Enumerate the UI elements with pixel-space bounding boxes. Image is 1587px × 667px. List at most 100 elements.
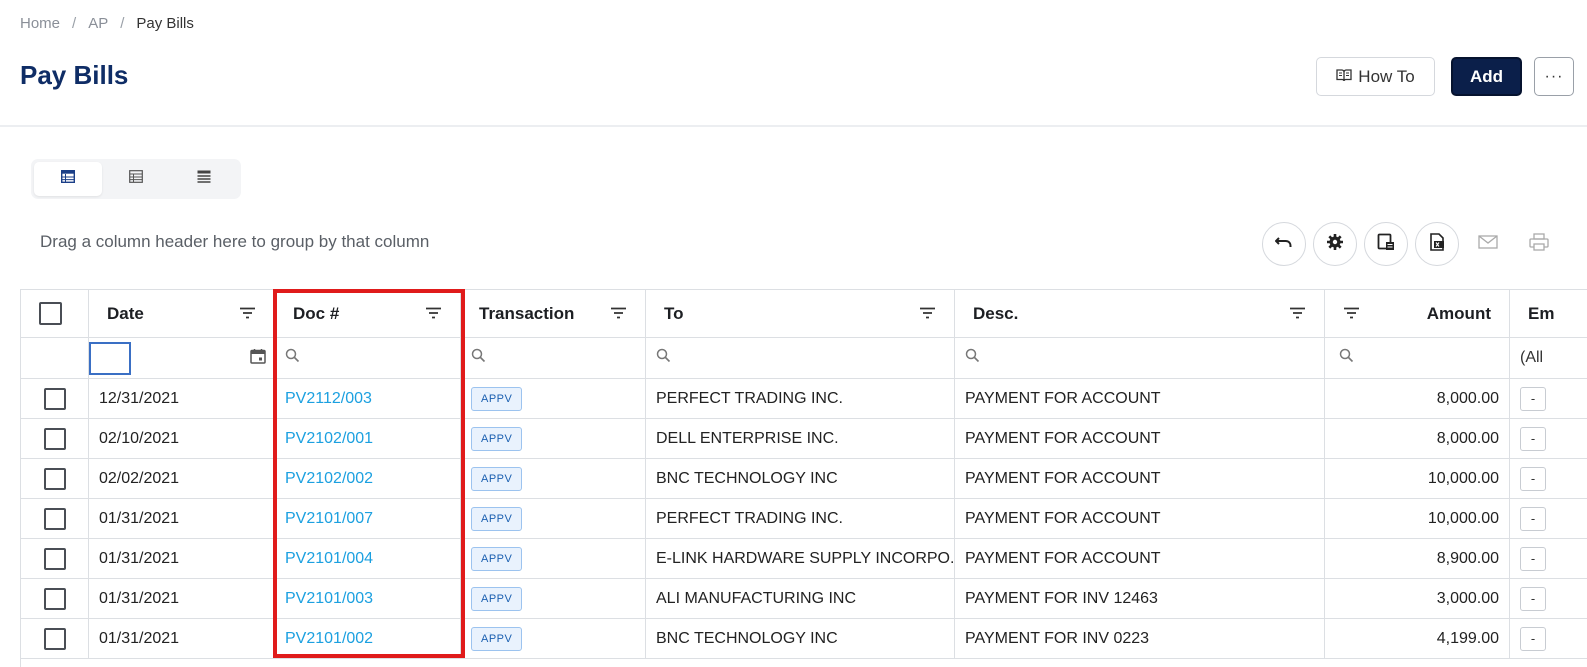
table-row[interactable]: 02/10/2021 PV2102/001 APPV DELL ENTERPRI… xyxy=(21,419,1587,459)
status-badge: APPV xyxy=(471,426,523,451)
filter-icon[interactable] xyxy=(1343,304,1360,324)
column-header-em[interactable]: Em xyxy=(1510,290,1587,337)
breadcrumb: Home / AP / Pay Bills xyxy=(20,15,194,32)
table-row[interactable]: 12/31/2021 PV2112/003 APPV PERFECT TRADI… xyxy=(21,379,1587,419)
row-checkbox[interactable] xyxy=(43,587,66,610)
desc-cell: PAYMENT FOR INV 0223 xyxy=(955,619,1325,658)
page-title: Pay Bills xyxy=(20,60,129,90)
em-button[interactable]: - xyxy=(1520,426,1546,451)
filter-cell-transaction[interactable] xyxy=(461,338,646,378)
select-all-checkbox[interactable] xyxy=(39,302,62,325)
doc-link[interactable]: PV2101/002 xyxy=(285,630,373,648)
column-chooser-button[interactable] xyxy=(1364,222,1408,266)
column-header-date[interactable]: Date xyxy=(89,290,275,337)
table-row[interactable]: 01/31/2021 PV2101/004 APPV E-LINK HARDWA… xyxy=(21,539,1587,579)
column-header-transaction[interactable]: Transaction xyxy=(461,290,646,337)
undo-button[interactable] xyxy=(1262,222,1306,266)
doc-link[interactable]: PV2101/007 xyxy=(285,510,373,528)
grid-view-button[interactable] xyxy=(34,162,102,196)
filter-cell-doc[interactable] xyxy=(275,338,461,378)
em-button[interactable]: - xyxy=(1520,626,1546,651)
row-checkbox[interactable] xyxy=(43,427,66,450)
more-options-button[interactable]: ··· xyxy=(1534,57,1574,96)
column-header-doc[interactable]: Doc # xyxy=(275,290,461,337)
column-header-desc[interactable]: Desc. xyxy=(955,290,1325,337)
filter-icon[interactable] xyxy=(239,304,256,324)
desc-cell: PAYMENT FOR ACCOUNT xyxy=(955,459,1325,498)
doc-cell: PV2112/003 xyxy=(275,379,461,418)
status-badge: APPV xyxy=(471,586,523,611)
column-label-em: Em xyxy=(1528,303,1555,323)
column-label-amount: Amount xyxy=(1426,303,1491,323)
table-row[interactable]: 02/02/2021 PV2102/002 APPV BNC TECHNOLOG… xyxy=(21,459,1587,499)
settings-button[interactable] xyxy=(1313,222,1357,266)
table-row[interactable]: 01/31/2021 PV2101/002 APPV BNC TECHNOLOG… xyxy=(21,619,1587,659)
filter-cell-em[interactable]: (All xyxy=(1510,338,1587,378)
row-select-cell xyxy=(21,579,89,618)
filter-icon[interactable] xyxy=(919,304,936,324)
doc-link[interactable]: PV2112/003 xyxy=(285,390,372,408)
em-cell: - xyxy=(1510,419,1587,458)
row-checkbox[interactable] xyxy=(43,507,66,530)
em-button[interactable]: - xyxy=(1520,466,1546,491)
transaction-cell: APPV xyxy=(461,499,646,538)
row-checkbox[interactable] xyxy=(43,387,66,410)
transaction-cell: APPV xyxy=(461,459,646,498)
status-badge: APPV xyxy=(471,386,523,411)
em-button[interactable]: - xyxy=(1520,506,1546,531)
em-button[interactable]: - xyxy=(1520,386,1546,411)
column-label-date: Date xyxy=(107,303,144,323)
bills-table: Date Doc # Transaction To Desc. Amount E… xyxy=(20,289,1587,667)
table-row[interactable]: 01/31/2021 PV2101/003 APPV ALI MANUFACTU… xyxy=(21,579,1587,619)
doc-link[interactable]: PV2102/002 xyxy=(285,470,373,488)
add-button[interactable]: Add xyxy=(1451,57,1522,96)
row-select-cell xyxy=(21,379,89,418)
date-filter-input[interactable] xyxy=(89,341,131,375)
amount-cell: 10,000.00 xyxy=(1325,459,1510,498)
amount-cell: 8,000.00 xyxy=(1325,419,1510,458)
column-header-to[interactable]: To xyxy=(646,290,955,337)
row-checkbox[interactable] xyxy=(43,547,66,570)
how-to-button[interactable]: How To xyxy=(1316,57,1435,96)
status-badge: APPV xyxy=(471,466,523,491)
filter-row: (All xyxy=(21,338,1587,379)
doc-cell: PV2102/001 xyxy=(275,419,461,458)
list-view-button[interactable] xyxy=(170,162,238,196)
filter-icon[interactable] xyxy=(610,304,627,324)
amount-cell: 3,000.00 xyxy=(1325,579,1510,618)
search-icon xyxy=(285,348,300,368)
desc-cell: PAYMENT FOR ACCOUNT xyxy=(955,379,1325,418)
to-cell: ALI MANUFACTURING INC xyxy=(646,579,955,618)
to-cell: E-LINK HARDWARE SUPPLY INCORPO... xyxy=(646,539,955,578)
email-button[interactable] xyxy=(1466,222,1510,266)
doc-link[interactable]: PV2101/004 xyxy=(285,550,373,568)
em-button[interactable]: - xyxy=(1520,546,1546,571)
breadcrumb-separator: / xyxy=(72,15,77,32)
book-icon xyxy=(1336,67,1352,87)
breadcrumb-home[interactable]: Home xyxy=(20,15,60,32)
table-row[interactable]: 01/31/2021 PV2101/007 APPV PERFECT TRADI… xyxy=(21,499,1587,539)
to-cell: PERFECT TRADING INC. xyxy=(646,499,955,538)
breadcrumb-ap[interactable]: AP xyxy=(88,15,108,32)
column-header-amount[interactable]: Amount xyxy=(1325,290,1510,337)
filter-icon[interactable] xyxy=(1289,304,1306,324)
status-badge: APPV xyxy=(471,626,523,651)
row-checkbox[interactable] xyxy=(43,467,66,490)
row-checkbox[interactable] xyxy=(43,627,66,650)
filter-cell-desc[interactable] xyxy=(955,338,1325,378)
filter-cell-to[interactable] xyxy=(646,338,955,378)
amount-cell: 4,199.00 xyxy=(1325,619,1510,658)
table-view-icon xyxy=(129,170,143,188)
filter-icon[interactable] xyxy=(425,304,442,324)
em-button[interactable]: - xyxy=(1520,586,1546,611)
doc-link[interactable]: PV2102/001 xyxy=(285,430,373,448)
to-cell: BNC TECHNOLOGY INC xyxy=(646,619,955,658)
calendar-icon[interactable] xyxy=(250,348,266,369)
em-cell: - xyxy=(1510,379,1587,418)
print-button[interactable] xyxy=(1517,222,1561,266)
filter-cell-amount[interactable] xyxy=(1325,338,1510,378)
export-button[interactable] xyxy=(1415,222,1459,266)
table-view-button[interactable] xyxy=(102,162,170,196)
desc-cell: PAYMENT FOR ACCOUNT xyxy=(955,539,1325,578)
doc-link[interactable]: PV2101/003 xyxy=(285,590,373,608)
